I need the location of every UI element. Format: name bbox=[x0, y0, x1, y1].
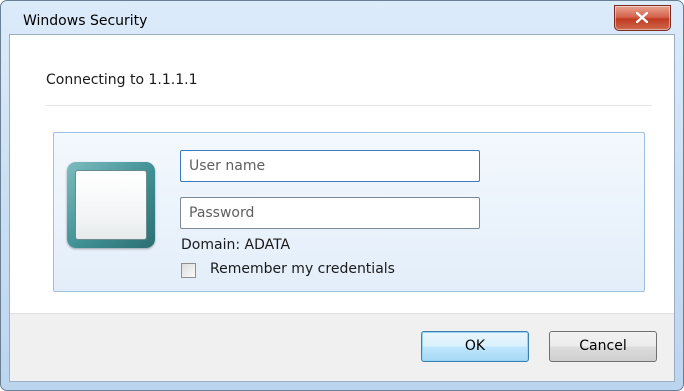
cancel-button[interactable]: Cancel bbox=[549, 331, 657, 362]
password-input[interactable] bbox=[180, 197, 480, 229]
credential-panel: Domain: ADATA Remember my credentials bbox=[53, 132, 645, 292]
close-x-icon bbox=[636, 12, 648, 23]
username-input[interactable] bbox=[180, 150, 480, 182]
close-button[interactable] bbox=[614, 5, 671, 31]
ok-button[interactable]: OK bbox=[421, 331, 529, 362]
title-bar[interactable]: Windows Security bbox=[1, 1, 683, 35]
connecting-message: Connecting to 1.1.1.1 bbox=[46, 72, 198, 88]
user-tile-frame bbox=[75, 170, 147, 240]
remember-credentials-checkbox[interactable] bbox=[181, 263, 196, 278]
user-tile-icon bbox=[67, 162, 155, 248]
remember-credentials-label[interactable]: Remember my credentials bbox=[210, 261, 395, 277]
dialog-body: Connecting to 1.1.1.1 Domain: ADATA Reme… bbox=[9, 34, 675, 382]
button-bar: OK Cancel bbox=[10, 313, 674, 381]
window-title: Windows Security bbox=[23, 13, 148, 29]
windows-security-dialog: Windows Security Connecting to 1.1.1.1 D… bbox=[0, 0, 684, 391]
separator bbox=[46, 105, 652, 106]
domain-label: Domain: ADATA bbox=[181, 237, 291, 253]
